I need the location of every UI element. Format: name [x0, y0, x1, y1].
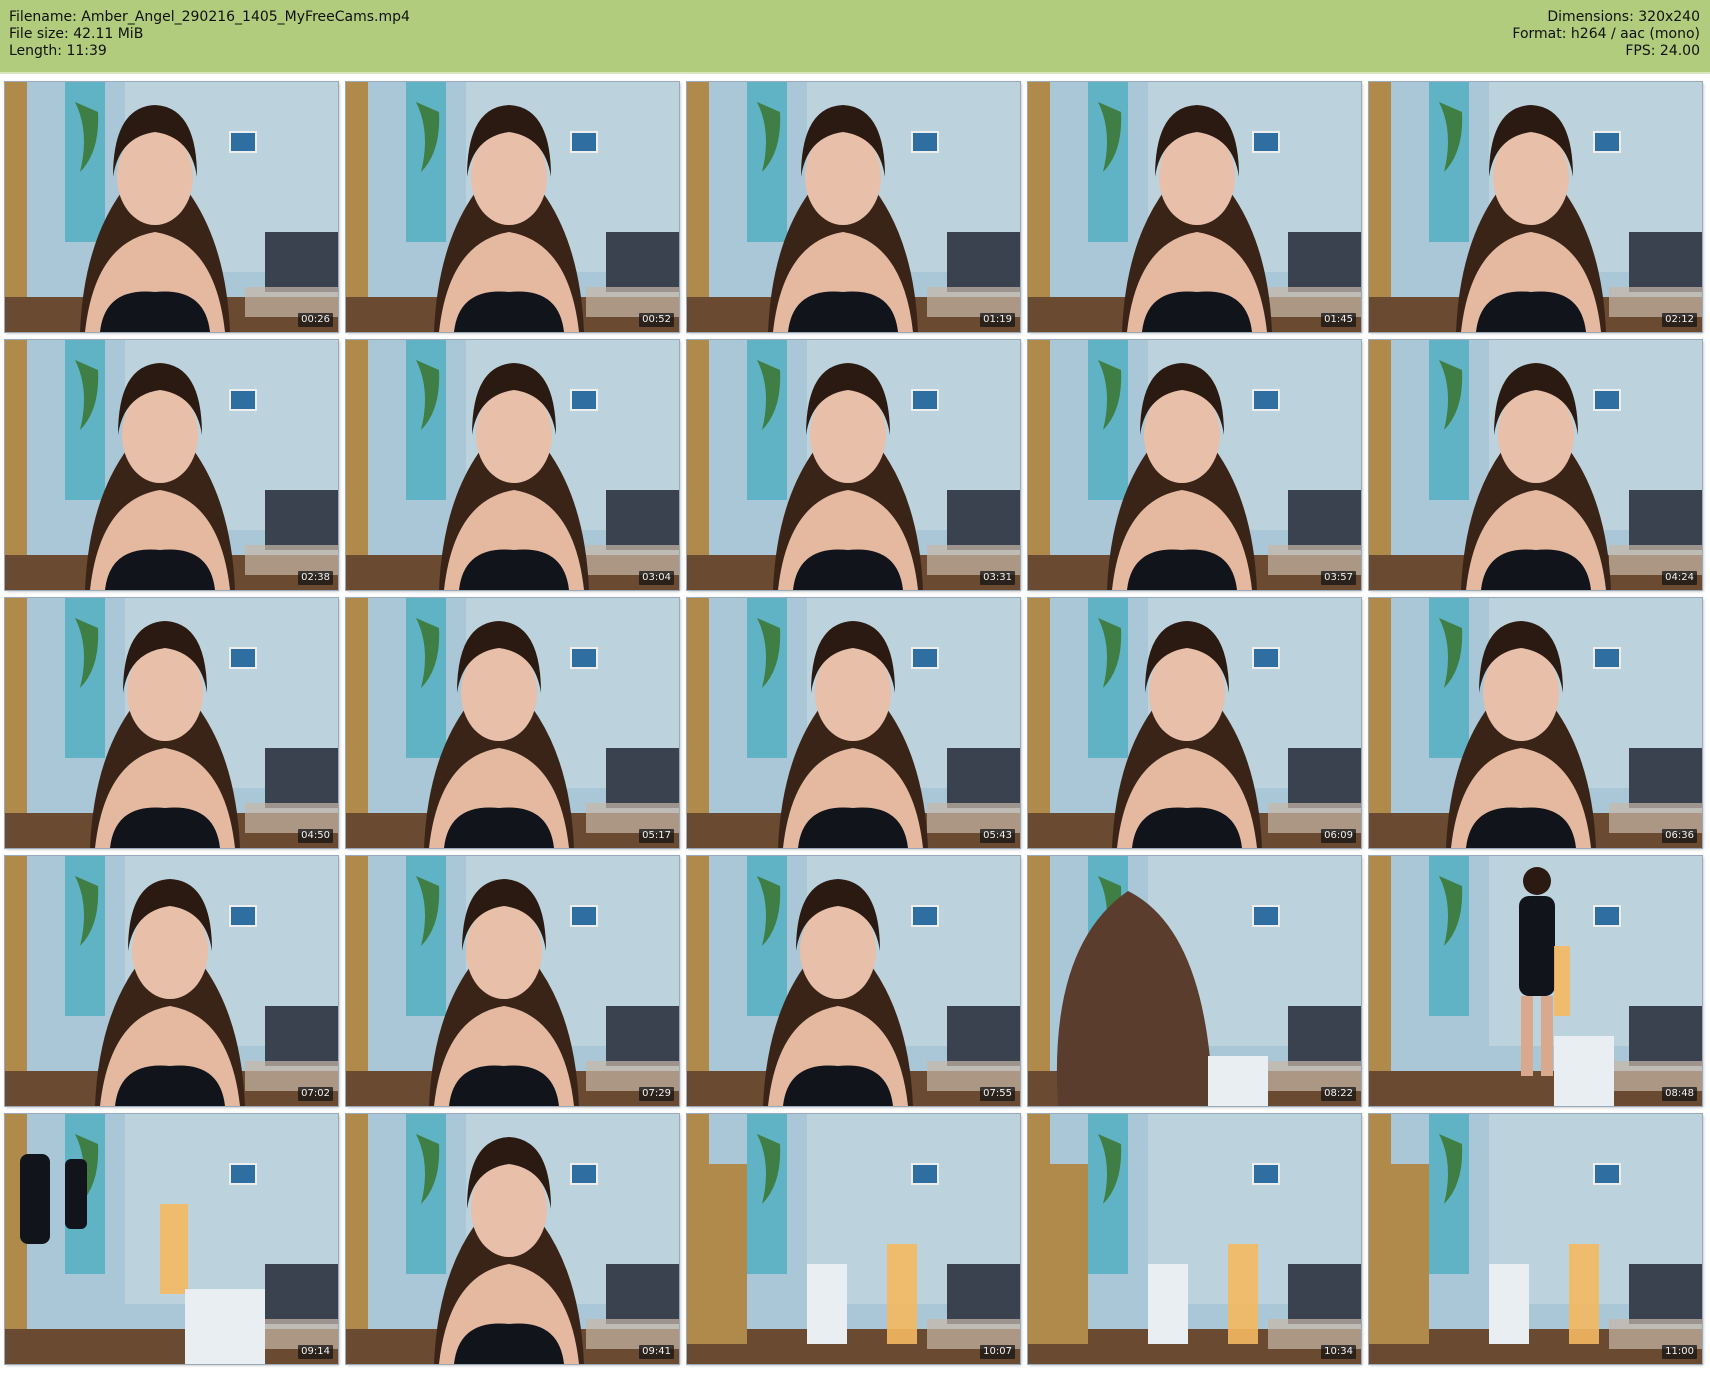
frame-timestamp: 07:55	[980, 1087, 1015, 1101]
frame-timestamp: 09:41	[639, 1345, 674, 1359]
thumbnail-frame: 07:29	[345, 855, 680, 1107]
frame-timestamp: 02:12	[1662, 313, 1697, 327]
frame-timestamp: 08:48	[1662, 1087, 1697, 1101]
thumbnail-frame: 06:36	[1368, 597, 1703, 849]
thumbnail-frame: 04:24	[1368, 339, 1703, 591]
thumbnail-frame: 05:43	[686, 597, 1021, 849]
header-divider	[0, 72, 1710, 74]
thumbnail-frame: 01:45	[1027, 81, 1362, 333]
file-info-right: Dimensions: 320x240 Format: h264 / aac (…	[1512, 9, 1700, 60]
thumbnail-frame: 03:57	[1027, 339, 1362, 591]
thumbnail-frame: 05:17	[345, 597, 680, 849]
info-header: Filename: Amber_Angel_290216_1405_MyFree…	[0, 0, 1710, 72]
frame-timestamp: 05:43	[980, 829, 1015, 843]
thumbnail-frame: 10:07	[686, 1113, 1021, 1365]
thumbnail-frame: 00:52	[345, 81, 680, 333]
thumbnail-frame: 11:00	[1368, 1113, 1703, 1365]
frame-timestamp: 00:52	[639, 313, 674, 327]
filesize-text: File size: 42.11 MiB	[9, 26, 144, 42]
thumbnail-frame: 08:22	[1027, 855, 1362, 1107]
thumbnail-frame: 03:31	[686, 339, 1021, 591]
thumbnail-frame: 09:14	[4, 1113, 339, 1365]
thumbnail-frame: 02:38	[4, 339, 339, 591]
frame-timestamp: 03:31	[980, 571, 1015, 585]
frame-timestamp: 10:34	[1321, 1345, 1356, 1359]
filename-text: Filename: Amber_Angel_290216_1405_MyFree…	[9, 9, 410, 25]
format-text: Format: h264 / aac (mono)	[1512, 26, 1700, 42]
frame-timestamp: 03:57	[1321, 571, 1356, 585]
frame-timestamp: 07:29	[639, 1087, 674, 1101]
frame-timestamp: 11:00	[1662, 1345, 1697, 1359]
thumbnail-frame: 06:09	[1027, 597, 1362, 849]
frame-timestamp: 01:19	[980, 313, 1015, 327]
frame-timestamp: 06:09	[1321, 829, 1356, 843]
thumbnail-frame: 08:48	[1368, 855, 1703, 1107]
length-text: Length: 11:39	[9, 43, 107, 59]
thumbnail-frame: 07:55	[686, 855, 1021, 1107]
frame-timestamp: 01:45	[1321, 313, 1356, 327]
frame-timestamp: 09:14	[298, 1345, 333, 1359]
frame-timestamp: 04:50	[298, 829, 333, 843]
fps-text: FPS: 24.00	[1625, 43, 1700, 59]
frame-timestamp: 08:22	[1321, 1087, 1356, 1101]
thumbnail-frame: 03:04	[345, 339, 680, 591]
thumbnail-frame: 10:34	[1027, 1113, 1362, 1365]
thumbnail-frame: 01:19	[686, 81, 1021, 333]
frame-timestamp: 06:36	[1662, 829, 1697, 843]
frame-timestamp: 00:26	[298, 313, 333, 327]
file-info-left: Filename: Amber_Angel_290216_1405_MyFree…	[9, 9, 410, 60]
thumbnail-frame: 02:12	[1368, 81, 1703, 333]
thumbnail-grid: 00:26 00:52 01:19 01:45 02:12 02:38 03:04 03:31…	[4, 81, 1703, 1365]
frame-timestamp: 10:07	[980, 1345, 1015, 1359]
thumbnail-frame: 07:02	[4, 855, 339, 1107]
frame-timestamp: 03:04	[639, 571, 674, 585]
frame-timestamp: 04:24	[1662, 571, 1697, 585]
frame-timestamp: 07:02	[298, 1087, 333, 1101]
thumbnail-frame: 00:26	[4, 81, 339, 333]
frame-timestamp: 05:17	[639, 829, 674, 843]
dimensions-text: Dimensions: 320x240	[1547, 9, 1700, 25]
thumbnail-frame: 04:50	[4, 597, 339, 849]
frame-timestamp: 02:38	[298, 571, 333, 585]
thumbnail-frame: 09:41	[345, 1113, 680, 1365]
